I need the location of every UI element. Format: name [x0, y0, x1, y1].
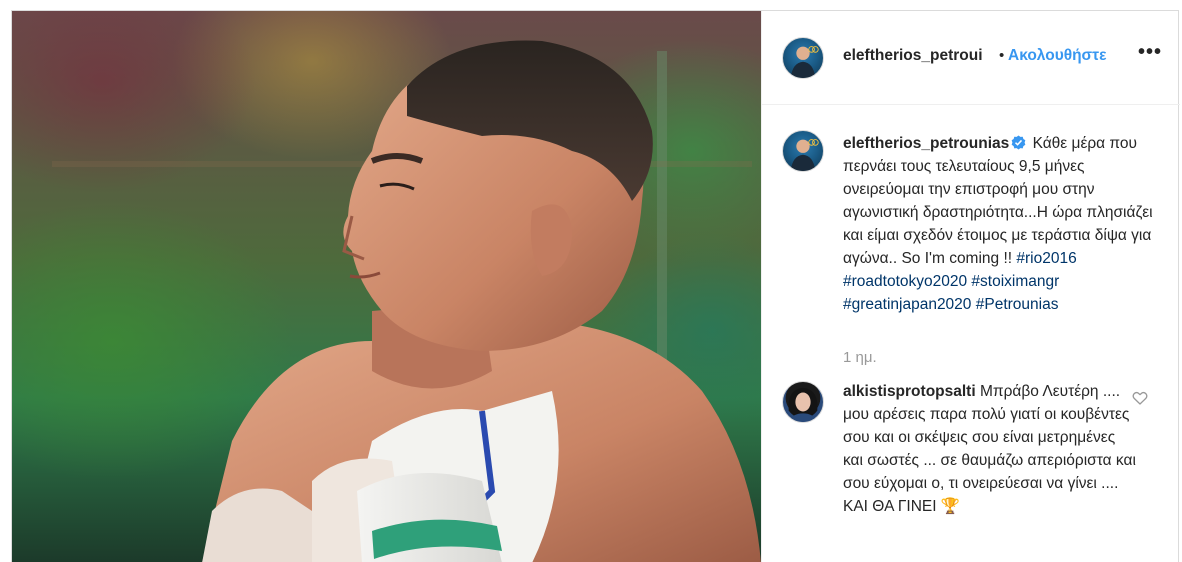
verified-badge-icon — [1011, 135, 1026, 150]
more-options-icon[interactable]: ••• — [1138, 41, 1162, 64]
post-header: eleftherios_petroui • Ακολουθήστε ••• — [762, 11, 1180, 105]
caption-avatar[interactable] — [782, 130, 824, 172]
commenter-avatar[interactable] — [782, 381, 824, 423]
post-photo[interactable] — [12, 11, 761, 562]
follow-button[interactable]: Ακολουθήστε — [1008, 47, 1106, 65]
athlete-photo-illustration — [52, 40, 761, 562]
owner-username-link[interactable]: eleftherios_petroui — [843, 47, 983, 65]
post-sidebar: eleftherios_petroui • Ακολουθήστε ••• el… — [761, 11, 1180, 562]
owner-avatar-image — [790, 46, 819, 78]
instagram-post-modal: eleftherios_petroui • Ακολουθήστε ••• el… — [11, 10, 1180, 562]
hashtag-roadtotokyo2020[interactable]: #roadtotokyo2020 — [843, 273, 967, 290]
caption-username-link[interactable]: eleftherios_petrounias — [843, 135, 1009, 152]
header-separator: • — [999, 47, 1005, 64]
post-caption: eleftherios_petrounias Κάθε μέρα που περ… — [843, 132, 1165, 316]
hashtag-petrounias[interactable]: #Petrounias — [976, 296, 1059, 313]
comment-username-link[interactable]: alkistisprotopsalti — [843, 383, 976, 400]
commenter-avatar-image — [787, 387, 819, 422]
caption-text: Κάθε μέρα που περνάει τους τελευταίους 9… — [843, 135, 1153, 267]
owner-avatar[interactable] — [782, 37, 824, 79]
comment-text: Μπράβο Λευτέρη .... μου αρέσεις παρα πολ… — [843, 383, 1136, 515]
heart-icon[interactable] — [1132, 390, 1148, 406]
caption-timestamp[interactable]: 1 ημ. — [843, 349, 877, 366]
comment-item: alkistisprotopsalti Μπράβο Λευτέρη .... … — [843, 380, 1138, 518]
hashtag-rio2016[interactable]: #rio2016 — [1016, 250, 1076, 267]
hashtag-stoiximangr[interactable]: #stoiximangr — [971, 273, 1059, 290]
caption-avatar-image — [790, 139, 819, 171]
hashtag-greatinjapan2020[interactable]: #greatinjapan2020 — [843, 296, 971, 313]
